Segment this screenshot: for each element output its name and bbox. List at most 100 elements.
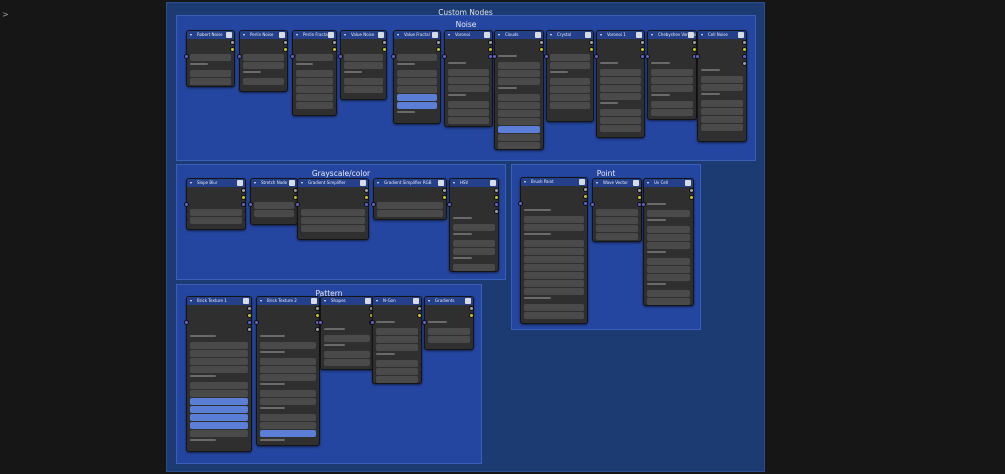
property-field[interactable] [190,342,248,349]
output-socket[interactable] [247,313,252,318]
property-field[interactable] [376,336,418,343]
property-field[interactable] [254,202,294,209]
node-wave-vector[interactable]: ▾ Wave Vector [592,178,642,242]
collapse-chevron-icon[interactable]: ▾ [600,31,602,39]
node-group-icon[interactable] [289,180,295,186]
input-socket[interactable] [695,54,700,59]
node-header[interactable]: ▾ Value Noise [341,31,386,39]
property-field[interactable] [600,77,641,84]
property-field[interactable] [397,54,437,61]
collapse-chevron-icon[interactable]: ▾ [344,31,346,39]
output-socket[interactable] [469,306,474,311]
output-socket[interactable] [742,54,747,59]
property-field[interactable] [243,54,284,61]
output-socket[interactable] [637,188,642,193]
property-field[interactable] [453,248,495,255]
property-field[interactable] [190,398,248,405]
property-field[interactable] [376,376,418,383]
node-header[interactable]: ▾ Voronoi 1 [597,31,644,39]
output-socket[interactable] [230,40,235,45]
output-socket[interactable] [332,40,337,45]
collapse-chevron-icon[interactable]: > [2,10,9,19]
collapse-chevron-icon[interactable]: ▾ [498,31,500,39]
property-field[interactable] [260,358,316,365]
collapse-chevron-icon[interactable]: ▾ [596,179,598,187]
node-header[interactable]: ▾ Clouds [495,31,543,39]
node-header[interactable]: ▾ Slope Blur [187,179,245,187]
property-field[interactable] [448,109,489,116]
property-field[interactable] [524,288,584,295]
property-field[interactable] [301,225,365,232]
property-field[interactable] [254,210,294,217]
property-field[interactable] [260,390,316,397]
property-field[interactable] [550,78,590,85]
node-editor-canvas[interactable]: > Custom Nodes Noise Grayscale/color Point… [0,0,1005,474]
output-socket[interactable] [442,188,447,193]
property-field[interactable] [498,110,540,117]
node-group-icon[interactable] [432,32,438,38]
property-field[interactable] [190,70,231,77]
node-cell-noise[interactable]: ▾ Cell Noise [697,30,747,142]
property-field[interactable] [550,102,590,109]
property-field[interactable] [324,359,370,366]
input-socket[interactable] [492,54,497,59]
output-socket[interactable] [539,40,544,45]
input-socket[interactable] [318,320,323,325]
collapse-chevron-icon[interactable]: ▾ [397,31,399,39]
property-field[interactable] [428,336,470,343]
property-field[interactable] [397,78,437,85]
node-header[interactable]: ▾ Perlin Noise [240,31,287,39]
property-field[interactable] [448,85,489,92]
output-socket[interactable] [689,195,694,200]
property-field[interactable] [550,94,590,101]
property-field[interactable] [651,85,693,92]
property-field[interactable] [448,77,489,84]
output-socket[interactable] [364,188,369,193]
property-field[interactable] [647,210,690,217]
property-field[interactable] [498,134,540,141]
output-socket[interactable] [283,47,288,52]
output-socket[interactable] [241,188,246,193]
output-socket[interactable] [583,194,588,199]
output-socket[interactable] [539,47,544,52]
node-crystal[interactable]: ▾ Crystal [546,30,594,122]
output-socket[interactable] [589,40,594,45]
input-socket[interactable] [290,54,295,59]
node-group-icon[interactable] [360,180,366,186]
property-field[interactable] [397,86,437,93]
node-group-icon[interactable] [226,32,232,38]
output-socket[interactable] [583,201,588,206]
property-field[interactable] [344,62,383,69]
property-field[interactable] [296,54,333,61]
node-perlin-noise[interactable]: ▾ Perlin Noise [239,30,288,92]
property-field[interactable] [701,100,743,107]
node-group-icon[interactable] [688,32,694,38]
output-socket[interactable] [247,306,252,311]
property-field[interactable] [498,142,540,149]
input-socket[interactable] [248,202,253,207]
property-field[interactable] [190,209,242,216]
output-socket[interactable] [283,40,288,45]
output-socket[interactable] [640,40,645,45]
property-field[interactable] [190,366,248,373]
property-field[interactable] [600,69,641,76]
node-value-noise[interactable]: ▾ Value Noise [340,30,387,100]
property-field[interactable] [397,70,437,77]
output-socket[interactable] [742,61,747,66]
collapse-chevron-icon[interactable]: ▾ [190,297,192,305]
property-field[interactable] [701,76,743,83]
node-header[interactable]: ▾ Brush Paint [521,178,587,186]
output-socket[interactable] [332,47,337,52]
collapse-chevron-icon[interactable]: ▾ [190,179,192,187]
node-group-icon[interactable] [579,179,585,185]
property-field[interactable] [453,240,495,247]
node-header[interactable]: ▾ Gradient Simplifier [298,179,368,187]
node-header[interactable]: ▾ Uv Cell [644,179,693,187]
property-field[interactable] [647,298,690,305]
property-field[interactable] [701,116,743,123]
property-field[interactable] [296,86,333,93]
node-voronoi[interactable]: ▾ Voronoi [444,30,493,127]
property-field[interactable] [376,368,418,375]
node-group-icon[interactable] [633,180,639,186]
collapse-chevron-icon[interactable]: ▾ [701,31,703,39]
